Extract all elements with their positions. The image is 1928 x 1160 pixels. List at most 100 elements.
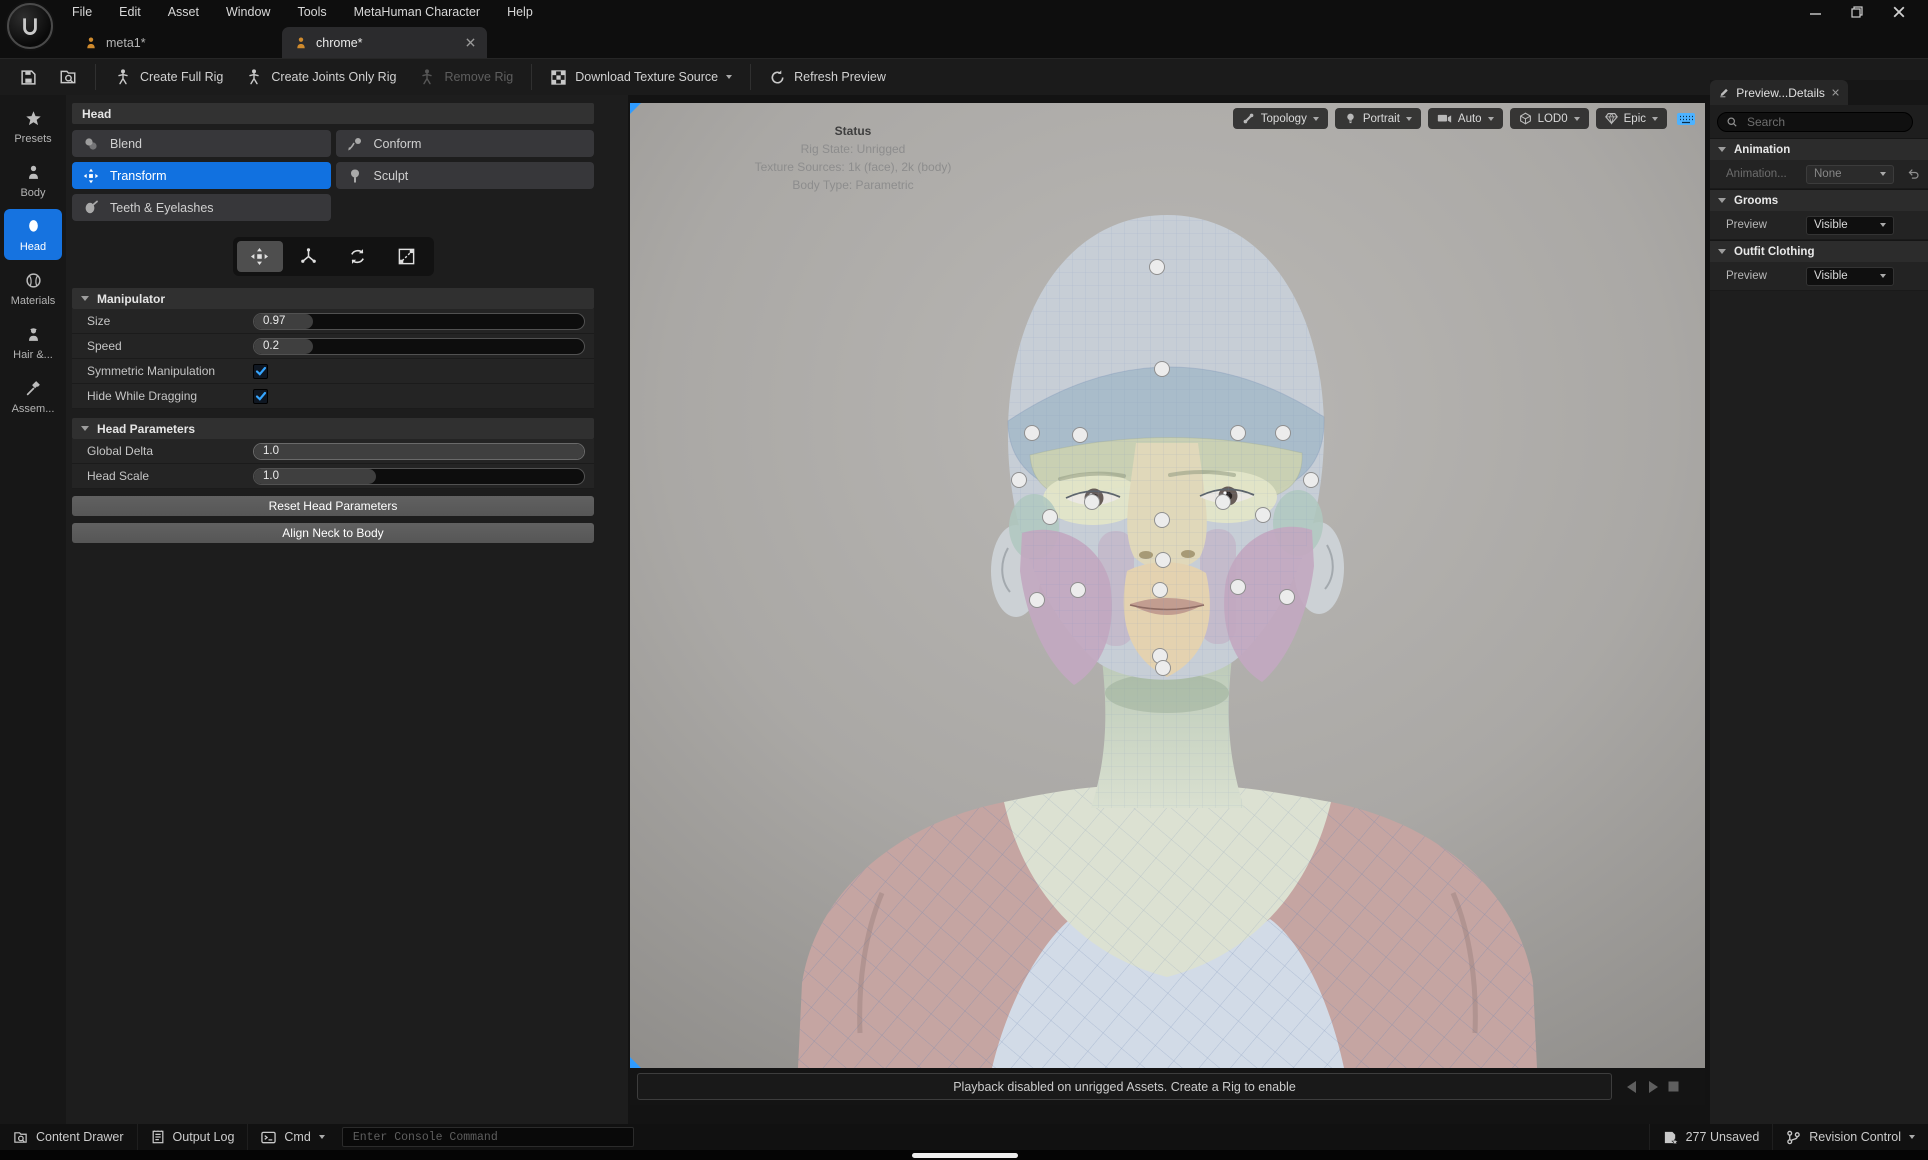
tab-meta1[interactable]: meta1* bbox=[72, 27, 272, 58]
transform-mode-button[interactable]: Transform bbox=[72, 162, 331, 189]
play-button[interactable] bbox=[1646, 1080, 1660, 1094]
head-scale-slider[interactable]: 1.0 bbox=[253, 468, 585, 485]
head-parameters-section-header[interactable]: Head Parameters bbox=[72, 418, 594, 439]
align-neck-to-body-button[interactable]: Align Neck to Body bbox=[72, 523, 594, 543]
taskbar-hint-pill bbox=[912, 1153, 1018, 1158]
animation-dropdown-value: None bbox=[1814, 168, 1842, 180]
topology-dropdown[interactable]: Topology bbox=[1233, 108, 1328, 129]
symmetric-manipulation-checkbox[interactable] bbox=[253, 364, 268, 379]
tab-chrome[interactable]: chrome* bbox=[282, 27, 487, 58]
play-icon bbox=[1646, 1080, 1660, 1094]
remove-rig-icon bbox=[418, 68, 436, 86]
manipulator-section-header[interactable]: Manipulator bbox=[72, 288, 594, 309]
outfit-preview-label: Preview bbox=[1726, 270, 1806, 282]
menu-file[interactable]: File bbox=[72, 5, 92, 19]
head-mode-buttons: Blend Conform Transform Sculpt Teeth & E… bbox=[72, 130, 594, 221]
sidebar-item-materials[interactable]: Materials bbox=[4, 263, 62, 314]
console-command-box[interactable] bbox=[342, 1127, 634, 1147]
lod-label: LOD0 bbox=[1538, 113, 1568, 125]
scale-tool-button[interactable] bbox=[384, 241, 430, 272]
output-log-button[interactable]: Output Log bbox=[138, 1124, 248, 1150]
menu-asset[interactable]: Asset bbox=[168, 5, 199, 19]
lod-dropdown[interactable]: LOD0 bbox=[1510, 108, 1589, 129]
sculpt-label: Sculpt bbox=[374, 169, 409, 183]
animation-section-header[interactable]: Animation bbox=[1710, 138, 1928, 160]
lightbulb-icon bbox=[1344, 112, 1357, 125]
browse-to-asset-button[interactable] bbox=[48, 63, 88, 91]
terminal-icon bbox=[261, 1130, 276, 1145]
size-row: Size 0.97 bbox=[72, 309, 594, 334]
unsaved-changes-button[interactable]: 277 Unsaved bbox=[1650, 1124, 1773, 1150]
close-icon bbox=[466, 38, 475, 47]
conform-mode-button[interactable]: Conform bbox=[336, 130, 595, 157]
content-drawer-button[interactable]: Content Drawer bbox=[0, 1124, 137, 1150]
joint-tool-button[interactable] bbox=[286, 241, 332, 272]
collapse-arrow-icon bbox=[81, 426, 89, 431]
collapse-arrow-icon bbox=[81, 296, 89, 301]
collapse-arrow-icon bbox=[1718, 198, 1726, 203]
restore-button[interactable] bbox=[1836, 1, 1878, 23]
speed-slider[interactable]: 0.2 bbox=[253, 338, 585, 355]
grooms-visibility-dropdown[interactable]: Visible bbox=[1806, 216, 1894, 235]
sidebar-item-head[interactable]: Head bbox=[4, 209, 62, 260]
save-button[interactable] bbox=[9, 63, 48, 91]
animation-section-title: Animation bbox=[1734, 144, 1790, 156]
size-slider[interactable]: 0.97 bbox=[253, 313, 585, 330]
camera-auto-dropdown[interactable]: Auto bbox=[1428, 108, 1503, 129]
close-icon[interactable] bbox=[1832, 88, 1839, 97]
console-command-input[interactable] bbox=[351, 1130, 625, 1145]
portrait-lighting-dropdown[interactable]: Portrait bbox=[1335, 108, 1421, 129]
camera-icon bbox=[1437, 113, 1452, 125]
reset-head-parameters-button[interactable]: Reset Head Parameters bbox=[72, 496, 594, 516]
global-delta-slider[interactable]: 1.0 bbox=[253, 443, 585, 460]
outfit-clothing-section-header[interactable]: Outfit Clothing bbox=[1710, 240, 1928, 262]
panel-title-label: Head bbox=[82, 107, 111, 121]
create-full-rig-button[interactable]: Create Full Rig bbox=[103, 63, 234, 91]
refresh-preview-button[interactable]: Refresh Preview bbox=[758, 63, 897, 91]
download-texture-source-button[interactable]: Download Texture Source bbox=[539, 63, 743, 91]
chevron-down-icon bbox=[1652, 117, 1658, 121]
teeth-eyelashes-mode-button[interactable]: Teeth & Eyelashes bbox=[72, 194, 331, 221]
tab-close-button[interactable] bbox=[466, 38, 475, 47]
menu-metahuman-character[interactable]: MetaHuman Character bbox=[354, 5, 480, 19]
hide-while-dragging-checkbox[interactable] bbox=[253, 389, 268, 404]
revision-control-dropdown[interactable]: Revision Control bbox=[1773, 1124, 1928, 1150]
sculpt-mode-button[interactable]: Sculpt bbox=[336, 162, 595, 189]
outfit-visibility-dropdown[interactable]: Visible bbox=[1806, 267, 1894, 286]
search-input[interactable] bbox=[1745, 114, 1904, 130]
menu-edit[interactable]: Edit bbox=[119, 5, 141, 19]
create-joints-only-rig-label: Create Joints Only Rig bbox=[271, 70, 396, 84]
reset-to-default-button[interactable] bbox=[1907, 168, 1920, 181]
keyboard-shortcuts-button[interactable] bbox=[1674, 108, 1698, 129]
sidebar-item-body[interactable]: Body bbox=[4, 155, 62, 206]
close-button[interactable] bbox=[1878, 1, 1920, 23]
cmd-dropdown[interactable]: Cmd bbox=[248, 1124, 337, 1150]
viewport-focus-corner bbox=[630, 103, 641, 114]
create-joints-only-rig-button[interactable]: Create Joints Only Rig bbox=[234, 63, 407, 91]
minimize-button[interactable] bbox=[1794, 1, 1836, 23]
translate-icon bbox=[250, 247, 269, 266]
sidebar-item-hair[interactable]: Hair &... bbox=[4, 317, 62, 368]
menu-tools[interactable]: Tools bbox=[297, 5, 326, 19]
stop-button[interactable] bbox=[1667, 1080, 1680, 1093]
step-back-button[interactable] bbox=[1625, 1080, 1639, 1094]
grooms-section-header[interactable]: Grooms bbox=[1710, 189, 1928, 211]
rotate-tool-button[interactable] bbox=[335, 241, 381, 272]
symmetric-manipulation-label: Symmetric Manipulation bbox=[87, 364, 253, 378]
unreal-engine-logo[interactable] bbox=[7, 3, 53, 49]
preview-details-tab[interactable]: Preview...Details bbox=[1710, 80, 1848, 105]
asset-tab-bar: meta1* chrome* bbox=[0, 23, 1928, 58]
translate-tool-button[interactable] bbox=[237, 241, 283, 272]
hide-while-dragging-label: Hide While Dragging bbox=[87, 389, 253, 403]
sidebar-item-assembly[interactable]: Assem... bbox=[4, 371, 62, 422]
chevron-down-icon bbox=[1880, 223, 1886, 227]
menu-window[interactable]: Window bbox=[226, 5, 270, 19]
chevron-down-icon bbox=[1880, 274, 1886, 278]
blend-mode-button[interactable]: Blend bbox=[72, 130, 331, 157]
sidebar-item-presets[interactable]: Presets bbox=[4, 101, 62, 152]
texture-icon bbox=[550, 69, 567, 86]
menu-help[interactable]: Help bbox=[507, 5, 533, 19]
quality-dropdown[interactable]: Epic bbox=[1596, 108, 1667, 129]
details-search-box[interactable] bbox=[1717, 112, 1913, 132]
3d-viewport[interactable]: Status Rig State: Unrigged Texture Sourc… bbox=[630, 103, 1705, 1068]
